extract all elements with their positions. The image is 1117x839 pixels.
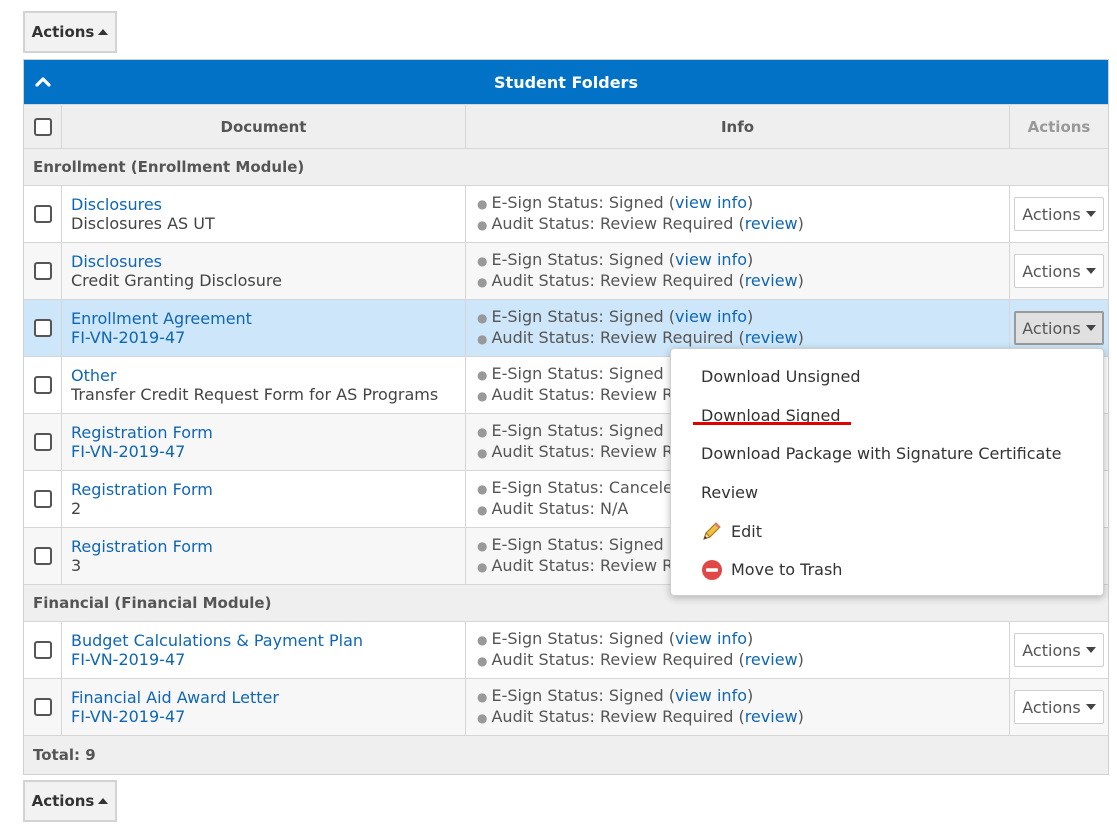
top-actions-button[interactable]: Actions (23, 11, 117, 53)
audit-status: ● Audit Status: Review Required (review) (477, 707, 804, 726)
column-header-document[interactable]: Document (62, 105, 466, 148)
row-actions-button-open[interactable]: Actions (1014, 311, 1104, 345)
view-info-link[interactable]: view info (675, 307, 747, 326)
document-title-link[interactable]: Disclosures (71, 252, 465, 271)
menu-item-download-unsigned[interactable]: Download Unsigned (671, 357, 1103, 396)
row-checkbox[interactable] (33, 547, 52, 565)
document-subtitle: FI-VN-2019-47 (71, 707, 186, 726)
download-signed-highlight-underline (693, 422, 851, 425)
esign-status: ● E-Sign Status: Signed (view info) (477, 250, 754, 269)
document-title-link[interactable]: Enrollment Agreement (71, 309, 465, 328)
trash-minus-icon (701, 559, 723, 581)
actions-dropdown-menu: Download Unsigned Download Signed Downlo… (670, 348, 1104, 596)
select-all-checkbox[interactable] (33, 117, 52, 136)
menu-item-move-to-trash[interactable]: Move to Trash (671, 550, 1103, 589)
grid-title-bar: Student Folders (24, 60, 1108, 104)
document-subtitle: 2 (71, 499, 82, 518)
document-subtitle: Transfer Credit Request Form for AS Prog… (71, 385, 439, 404)
document-title-link[interactable]: Budget Calculations & Payment Plan (71, 631, 465, 650)
total-count: Total: 9 (24, 735, 1108, 774)
document-title-link[interactable]: Registration Form (71, 537, 465, 556)
document-subtitle: 3 (71, 556, 82, 575)
menu-item-edit[interactable]: Edit (671, 512, 1103, 551)
caret-down-icon (1085, 211, 1096, 217)
esign-status: ● E-Sign Status: Signed (view info) (477, 686, 754, 705)
audit-status: ● Audit Status: Review Required (review) (477, 328, 804, 347)
view-info-link[interactable]: view info (675, 629, 747, 648)
bottom-actions-label: Actions (31, 792, 95, 810)
review-link[interactable]: review (745, 650, 798, 669)
select-all-cell (24, 105, 62, 148)
group-header-enrollment: Enrollment (Enrollment Module) (24, 148, 1108, 185)
view-info-link[interactable]: view info (675, 686, 747, 705)
esign-status: ● E-Sign Status: Signed (view info) (477, 629, 754, 648)
audit-status: ● Audit Status: Review Required (review) (477, 214, 804, 233)
caret-down-icon (1085, 325, 1096, 331)
caret-down-icon (1085, 647, 1096, 653)
column-header-row: Document Info Actions (24, 104, 1108, 148)
row-checkbox[interactable] (33, 205, 52, 223)
menu-item-download-signed[interactable]: Download Signed (671, 396, 1103, 435)
pencil-icon (701, 520, 723, 542)
caret-up-icon (98, 798, 109, 804)
row-checkbox[interactable] (33, 433, 52, 451)
view-info-link[interactable]: view info (675, 193, 747, 212)
row-actions-button[interactable]: Actions (1014, 690, 1104, 724)
caret-down-icon (1085, 268, 1096, 274)
table-row: Budget Calculations & Payment Plan FI-VN… (24, 621, 1108, 678)
review-link[interactable]: review (745, 328, 798, 347)
chevron-up-icon[interactable] (35, 75, 51, 87)
document-subtitle: Credit Granting Disclosure (71, 271, 282, 290)
document-title-link[interactable]: Disclosures (71, 195, 465, 214)
row-checkbox[interactable] (33, 376, 52, 394)
column-header-actions: Actions (1027, 117, 1091, 136)
table-row: Disclosures Disclosures AS UT ● E-Sign St… (24, 185, 1108, 242)
esign-status: ● E-Sign Status: Signed (view info) (477, 307, 754, 326)
row-checkbox[interactable] (33, 641, 52, 659)
document-subtitle: FI-VN-2019-47 (71, 328, 186, 347)
row-actions-button[interactable]: Actions (1014, 254, 1104, 288)
bottom-actions-button[interactable]: Actions (23, 780, 117, 822)
esign-status: ● E-Sign Status: Signed (view info) (477, 193, 754, 212)
review-link[interactable]: review (745, 271, 798, 290)
grid-title: Student Folders (494, 72, 638, 92)
menu-item-review[interactable]: Review (671, 473, 1103, 512)
view-info-link[interactable]: view info (675, 250, 747, 269)
review-link[interactable]: review (745, 707, 798, 726)
row-checkbox[interactable] (33, 490, 52, 508)
audit-status: ● Audit Status: Review Required (review) (477, 650, 804, 669)
caret-up-icon (98, 29, 109, 35)
table-row: Financial Aid Award Letter FI-VN-2019-47… (24, 678, 1108, 735)
caret-down-icon (1085, 704, 1096, 710)
document-subtitle: FI-VN-2019-47 (71, 650, 186, 669)
row-actions-button[interactable]: Actions (1014, 197, 1104, 231)
row-checkbox[interactable] (33, 262, 52, 280)
row-actions-button[interactable]: Actions (1014, 633, 1104, 667)
document-subtitle: Disclosures AS UT (71, 214, 215, 233)
document-title-link[interactable]: Registration Form (71, 423, 465, 442)
document-title-link[interactable]: Other (71, 366, 465, 385)
row-checkbox[interactable] (33, 698, 52, 716)
top-actions-label: Actions (31, 23, 95, 41)
menu-item-download-package[interactable]: Download Package with Signature Certific… (671, 434, 1103, 473)
row-checkbox[interactable] (33, 319, 52, 337)
document-title-link[interactable]: Registration Form (71, 480, 465, 499)
audit-status: ● Audit Status: Review Required (review) (477, 271, 804, 290)
column-header-info[interactable]: Info (466, 105, 1010, 148)
table-row: Disclosures Credit Granting Disclosure ●… (24, 242, 1108, 299)
review-link[interactable]: review (745, 214, 798, 233)
document-subtitle: FI-VN-2019-47 (71, 442, 186, 461)
document-title-link[interactable]: Financial Aid Award Letter (71, 688, 465, 707)
